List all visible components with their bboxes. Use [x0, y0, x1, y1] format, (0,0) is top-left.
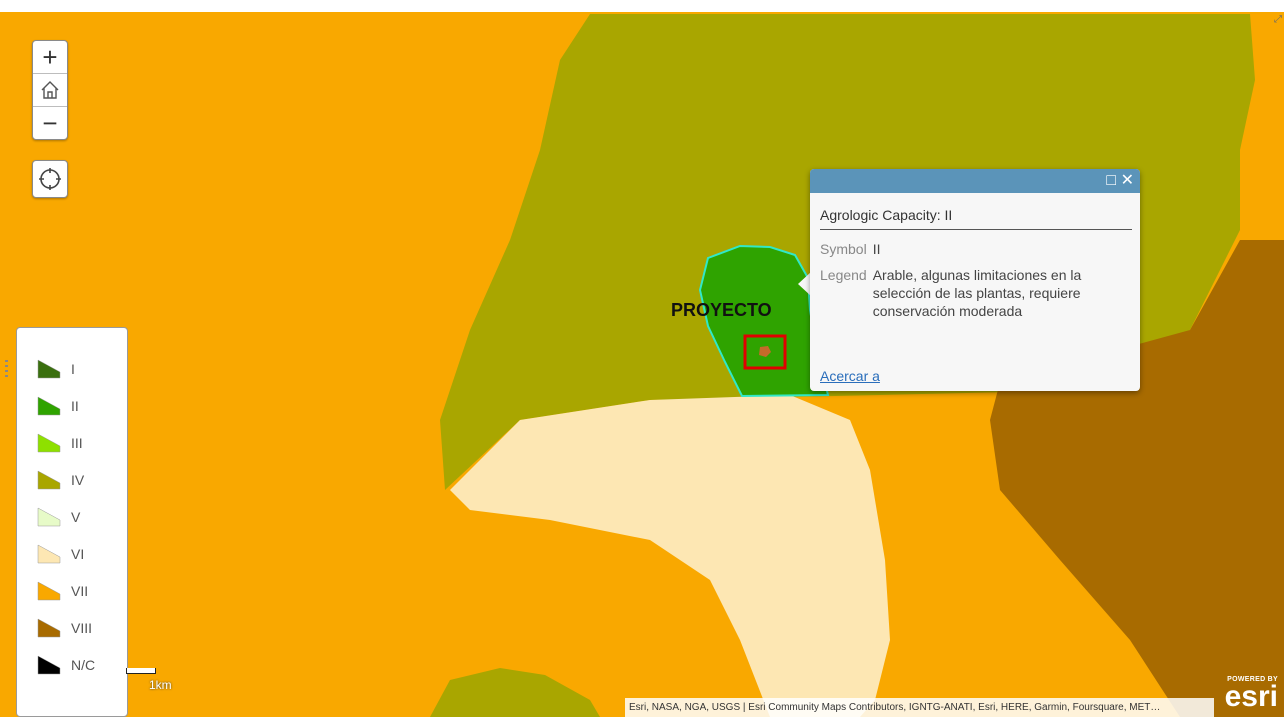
legend-item: IV: [17, 461, 127, 498]
locate-button[interactable]: [32, 160, 68, 198]
attribute-row-legend: Legend Arable, algunas limitaciones en l…: [820, 266, 1132, 328]
legend-item: III: [17, 424, 127, 461]
attribute-row-symbol: Symbol II: [820, 240, 1132, 266]
legend-swatch-icon: [37, 396, 61, 415]
legend-swatch-icon: [37, 507, 61, 526]
legend-item: VII: [17, 572, 127, 609]
legend-label: I: [71, 360, 75, 377]
popup-header: □ ✕: [810, 169, 1140, 193]
zoom-in-button[interactable]: +: [33, 41, 67, 73]
home-button[interactable]: [33, 73, 67, 106]
legend-item: VIII: [17, 609, 127, 646]
legend-label: III: [71, 434, 83, 451]
maximize-icon[interactable]: □: [1106, 172, 1116, 190]
top-strip: [0, 0, 1284, 12]
legend-item: V: [17, 498, 127, 535]
legend-label: IV: [71, 471, 85, 488]
drag-handle[interactable]: [5, 360, 8, 380]
attribute-key: Legend: [820, 267, 867, 283]
project-label: PROYECTO: [671, 300, 772, 320]
minus-icon: −: [42, 108, 58, 138]
attribute-key: Symbol: [820, 241, 867, 257]
legend-label: V: [71, 508, 81, 525]
legend-label: VIII: [71, 619, 93, 636]
legend-swatch-icon: [37, 655, 61, 674]
esri-logo[interactable]: POWERED BY esri: [1224, 676, 1278, 713]
popup-title: Agrologic Capacity: II: [820, 207, 1132, 230]
attribute-value: Arable, algunas limitaciones en la selec…: [872, 267, 1082, 319]
legend-label: N/C: [71, 656, 96, 673]
popup-attributes: Symbol II Legend Arable, algunas limitac…: [820, 240, 1132, 328]
legend-swatch-icon: [37, 359, 61, 378]
plus-icon: +: [42, 42, 58, 72]
zoom-to-link[interactable]: Acercar a: [820, 368, 880, 384]
legend-item: II: [17, 387, 127, 424]
legend-list: I II III IV V VI VII VIII N/C: [17, 350, 127, 683]
legend-swatch-icon: [37, 618, 61, 637]
zoom-controls: + −: [32, 40, 68, 140]
attribute-value: II: [872, 241, 881, 257]
map-attribution[interactable]: Esri, NASA, NGA, USGS | Esri Community M…: [625, 698, 1214, 717]
legend-item: I: [17, 350, 127, 387]
locate-icon: [39, 168, 61, 190]
legend-label: II: [71, 397, 79, 414]
legend-item: VI: [17, 535, 127, 572]
legend-label: VI: [71, 545, 85, 562]
legend-swatch-icon: [37, 544, 61, 563]
scale-bar-line: [126, 668, 156, 674]
expand-icon[interactable]: ⤢: [1274, 14, 1282, 25]
scale-bar: 1km: [126, 668, 172, 692]
close-icon[interactable]: ✕: [1121, 172, 1134, 190]
legend-panel: I II III IV V VI VII VIII N/C: [16, 327, 128, 717]
legend-label: VII: [71, 582, 89, 599]
legend-item: N/C: [17, 646, 127, 683]
zoom-out-button[interactable]: −: [33, 106, 67, 139]
legend-swatch-icon: [37, 433, 61, 452]
legend-swatch-icon: [37, 581, 61, 600]
legend-swatch-icon: [37, 470, 61, 489]
home-icon: [41, 81, 59, 99]
scale-label: 1km: [149, 678, 172, 692]
feature-popup: □ ✕ Agrologic Capacity: II Symbol II Leg…: [810, 169, 1140, 391]
esri-wordmark: esri: [1224, 680, 1278, 713]
